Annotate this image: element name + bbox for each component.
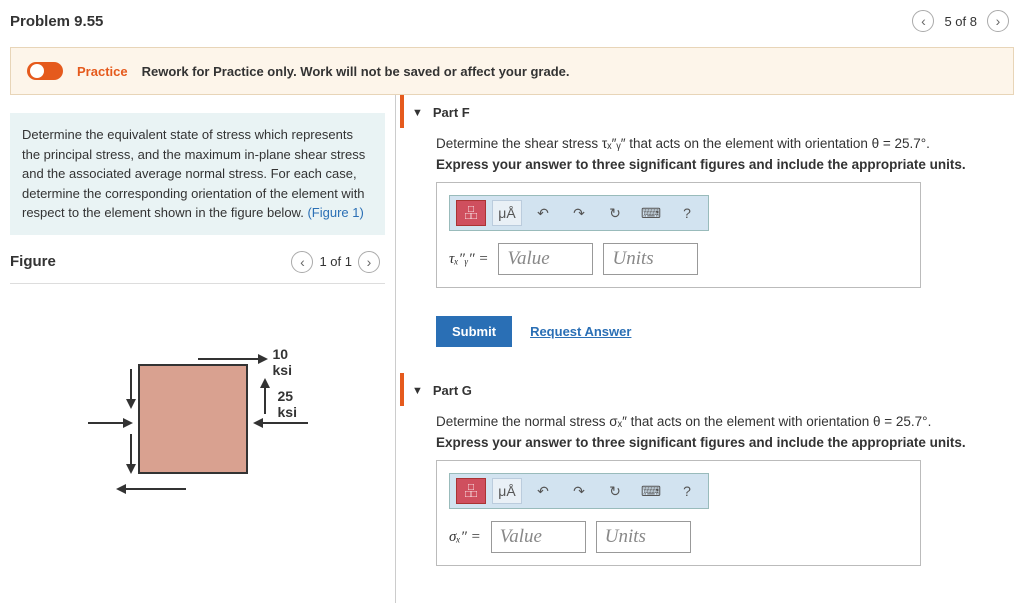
- units-symbol-button[interactable]: μÅ: [492, 200, 522, 226]
- undo-button[interactable]: ↶: [528, 478, 558, 504]
- units-symbol-button[interactable]: μÅ: [492, 478, 522, 504]
- reset-button[interactable]: ↻: [600, 200, 630, 226]
- practice-banner: Practice Rework for Practice only. Work …: [10, 47, 1014, 95]
- collapse-icon: ▼: [412, 385, 423, 397]
- keyboard-button[interactable]: ⌨: [636, 478, 666, 504]
- figure-next-button[interactable]: ›: [358, 251, 380, 273]
- request-answer-link[interactable]: Request Answer: [530, 324, 631, 339]
- problem-prompt: Determine the equivalent state of stress…: [10, 113, 385, 235]
- practice-toggle[interactable]: [27, 62, 63, 80]
- problem-title: Problem 9.55: [10, 13, 103, 30]
- part-g-header[interactable]: ▼ Part G: [400, 373, 1009, 406]
- template-button[interactable]: □□□: [456, 478, 486, 504]
- figure-prev-button[interactable]: ‹: [291, 251, 313, 273]
- undo-button[interactable]: ↶: [528, 200, 558, 226]
- answer-toolbar: □□□ μÅ ↶ ↷ ↻ ⌨ ?: [449, 195, 709, 231]
- answer-box-f: □□□ μÅ ↶ ↷ ↻ ⌨ ? τₓ″ᵧ″ = Value Units: [436, 182, 921, 288]
- part-f-instruction: Express your answer to three significant…: [436, 157, 1009, 172]
- redo-button[interactable]: ↷: [564, 200, 594, 226]
- figure-link[interactable]: (Figure 1): [307, 205, 363, 220]
- value-input[interactable]: Value: [491, 521, 586, 553]
- redo-button[interactable]: ↷: [564, 478, 594, 504]
- prev-problem-button[interactable]: ‹: [912, 10, 934, 32]
- practice-label: Practice: [77, 64, 128, 79]
- answer-symbol: σₓ″ =: [449, 529, 481, 546]
- part-g-question: Determine the normal stress σₓ″ that act…: [436, 414, 1009, 429]
- template-button[interactable]: □□□: [456, 200, 486, 226]
- help-button[interactable]: ?: [672, 200, 702, 226]
- practice-text: Rework for Practice only. Work will not …: [142, 64, 570, 79]
- part-f-header[interactable]: ▼ Part F: [400, 95, 1009, 128]
- part-g-instruction: Express your answer to three significant…: [436, 435, 1009, 450]
- problem-counter: 5 of 8: [944, 14, 977, 29]
- keyboard-button[interactable]: ⌨: [636, 200, 666, 226]
- figure-counter: 1 of 1: [319, 254, 352, 269]
- help-button[interactable]: ?: [672, 478, 702, 504]
- figure-heading: Figure: [10, 253, 56, 270]
- submit-button[interactable]: Submit: [436, 316, 512, 347]
- next-problem-button[interactable]: ›: [987, 10, 1009, 32]
- answer-box-g: □□□ μÅ ↶ ↷ ↻ ⌨ ? σₓ″ = Value Units: [436, 460, 921, 566]
- reset-button[interactable]: ↻: [600, 478, 630, 504]
- part-f-question: Determine the shear stress τₓ″ᵧ″ that ac…: [436, 136, 1009, 151]
- units-input[interactable]: Units: [603, 243, 698, 275]
- answer-symbol: τₓ″ᵧ″ =: [449, 251, 488, 268]
- stress-diagram: 10 ksi 25 ksi: [88, 324, 308, 514]
- value-input[interactable]: Value: [498, 243, 593, 275]
- units-input[interactable]: Units: [596, 521, 691, 553]
- answer-toolbar: □□□ μÅ ↶ ↷ ↻ ⌨ ?: [449, 473, 709, 509]
- collapse-icon: ▼: [412, 107, 423, 119]
